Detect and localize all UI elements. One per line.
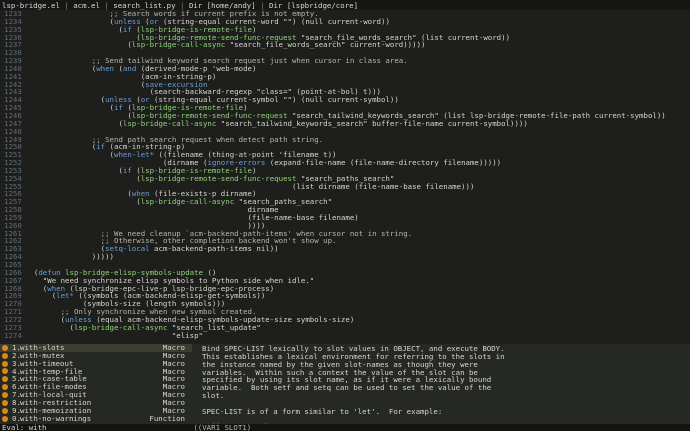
macro-icon (2, 415, 8, 422)
tab-item[interactable]: lsp-bridge.el (2, 1, 60, 10)
code-token: "search_file_words_search" current-word)… (225, 40, 426, 50)
macro-icon (2, 376, 8, 383)
tab-item[interactable]: acm.el (73, 1, 100, 10)
code-token: acm-backend-path-items nil)) (149, 244, 279, 254)
minibuffer[interactable]: Eval: with ((VAR1 SLOT1) (0, 424, 690, 431)
code-token: ( (25, 40, 132, 50)
macro-icon (2, 399, 8, 406)
macro-icon (2, 344, 8, 351)
code-token: ( (25, 118, 123, 128)
tab-separator: | (175, 0, 189, 10)
code-token: "elisp" (25, 330, 203, 340)
tab-bar: lsp-bridge.el | acm.el | search_list.py … (0, 0, 690, 10)
completion-index: 0. (12, 413, 21, 423)
code-line[interactable]: 1247 (lsp-bridge-call-async "search_tail… (0, 118, 690, 128)
doc-line (202, 416, 690, 424)
macro-icon (2, 391, 8, 398)
doc-line: slot. (202, 391, 225, 401)
code-text: "elisp" (25, 330, 690, 340)
macro-icon (2, 360, 8, 367)
completion-item[interactable]: 0. with-no-warnings Function (0, 413, 192, 423)
completion-doc-panel: Bind SPEC-LIST lexically to slot values … (192, 344, 690, 431)
macro-icon (2, 384, 8, 391)
tab-item[interactable]: Dir [lspbridge/core] (269, 1, 358, 10)
tab-separator: | (255, 0, 270, 10)
macro-icon (2, 407, 8, 414)
code-text: (lsp-bridge-call-async "search_file_word… (25, 41, 690, 49)
tab-separator: | (59, 0, 74, 10)
doc-line: SPEC-LIST is of a form similar to 'let'.… (202, 406, 443, 416)
code-line[interactable]: 1274 "elisp" (0, 330, 690, 340)
code-text: (lsp-bridge-call-async "search_tailwind_… (25, 118, 690, 128)
code-line[interactable]: 1264 ))))) (0, 253, 690, 261)
code-line[interactable]: 1237 (lsp-bridge-call-async "search_file… (0, 41, 690, 49)
minibuffer-prompt[interactable]: Eval: with (2, 424, 47, 431)
tab-item[interactable]: Dir [home/andy] (189, 1, 256, 10)
code-token: lsp-bridge-call-async (131, 40, 226, 50)
minibuffer-ghost-text: ((VAR1 SLOT1) (46, 423, 252, 431)
code-token: lsp-bridge-call-async (122, 118, 217, 128)
code-text: ))))) (25, 253, 690, 261)
tab-item[interactable]: search_list.py (113, 1, 175, 10)
completion-popup: 1. with-slots Macro 2. with-mutex Macro 3. with… (0, 344, 690, 431)
code-token: ))))) (25, 252, 114, 262)
completion-kind: Function (149, 413, 185, 423)
code-token: "search_tailwind_keywords_search" buffer… (216, 118, 528, 128)
tab-separator: | (99, 0, 114, 10)
code-editor[interactable]: 1233 ;; Search words if current prefix i… (0, 10, 690, 344)
code-text: (setq-local acm-backend-path-items nil)) (25, 245, 690, 253)
code-token: (expand-file-name (file-name-directory f… (265, 158, 502, 168)
completion-label: with-no-warnings (20, 413, 92, 423)
macro-icon (2, 368, 8, 375)
doc-line: variable. Both setf and setq can be used… (202, 383, 492, 393)
completion-list: 1. with-slots Macro 2. with-mutex Macro 3. with… (0, 344, 192, 424)
line-number: 1274 (4, 330, 22, 340)
macro-icon (2, 352, 8, 359)
